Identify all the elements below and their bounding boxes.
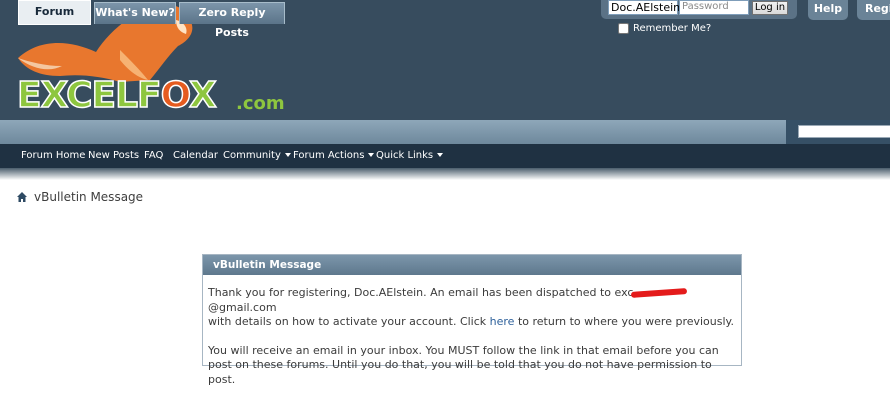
nav-forum-actions-label: Forum Actions xyxy=(293,150,365,161)
tab-zero-reply-posts[interactable]: Zero Reply Posts xyxy=(179,2,285,39)
remember-me-checkbox[interactable] xyxy=(618,22,629,34)
return-here-link[interactable]: here xyxy=(490,315,515,328)
breadcrumb: vBulletin Message xyxy=(17,189,143,205)
breadcrumb-current: vBulletin Message xyxy=(34,190,144,204)
tab-bar xyxy=(0,120,890,144)
chevron-down-icon xyxy=(284,153,291,157)
message-text-end: to return to where you were previously. xyxy=(514,315,734,328)
message-paragraph-2: You will receive an email in your inbox.… xyxy=(208,343,719,386)
register-button[interactable]: Register xyxy=(857,0,890,20)
home-icon[interactable] xyxy=(17,192,27,202)
nav-forum-home[interactable]: Forum Home xyxy=(21,150,85,161)
tab-forum[interactable]: Forum xyxy=(18,0,91,25)
message-box: vBulletin Message Thank you for register… xyxy=(202,254,742,386)
message-text-line2: with details on how to activate your acc… xyxy=(208,315,490,328)
message-email-end: @gmail.com xyxy=(208,300,277,314)
message-paragraph-1: Thank you for registering, Doc.AElstein.… xyxy=(208,286,735,330)
remember-me-label: Remember Me? xyxy=(633,22,712,34)
nav-faq[interactable]: FAQ xyxy=(144,150,163,161)
tab-whats-new[interactable]: What's New? xyxy=(94,2,176,24)
nav-new-posts[interactable]: New Posts xyxy=(88,150,139,161)
nav-bar: Forum Home New Posts FAQ Calendar Commun… xyxy=(0,144,890,168)
nav-community[interactable]: Community xyxy=(223,150,291,161)
remember-me-row: Remember Me? xyxy=(618,21,711,35)
nav-shadow xyxy=(0,168,890,180)
message-text-start: Thank you for registering, Doc.AElstein.… xyxy=(208,286,634,299)
help-button[interactable]: Help xyxy=(808,0,848,20)
nav-calendar[interactable]: Calendar xyxy=(173,150,218,161)
nav-quick-links-label: Quick Links xyxy=(376,150,434,161)
message-body: Thank you for registering, Doc.AElstein.… xyxy=(203,275,741,387)
logo-wordmark: EXCELFOX xyxy=(16,75,217,116)
chevron-down-icon xyxy=(368,153,375,157)
logo-domain: .com xyxy=(236,93,285,114)
nav-quick-links[interactable]: Quick Links xyxy=(376,150,444,161)
nav-community-label: Community xyxy=(223,150,281,161)
chevron-down-icon xyxy=(437,153,444,157)
nav-forum-actions[interactable]: Forum Actions xyxy=(293,150,375,161)
email-redaction-mark xyxy=(631,288,688,298)
password-field[interactable]: Password xyxy=(679,0,749,15)
message-title: vBulletin Message xyxy=(203,255,741,275)
search-input[interactable] xyxy=(798,125,890,138)
login-button[interactable]: Log in xyxy=(752,1,788,15)
username-field[interactable]: Doc.AElstein xyxy=(608,0,680,15)
